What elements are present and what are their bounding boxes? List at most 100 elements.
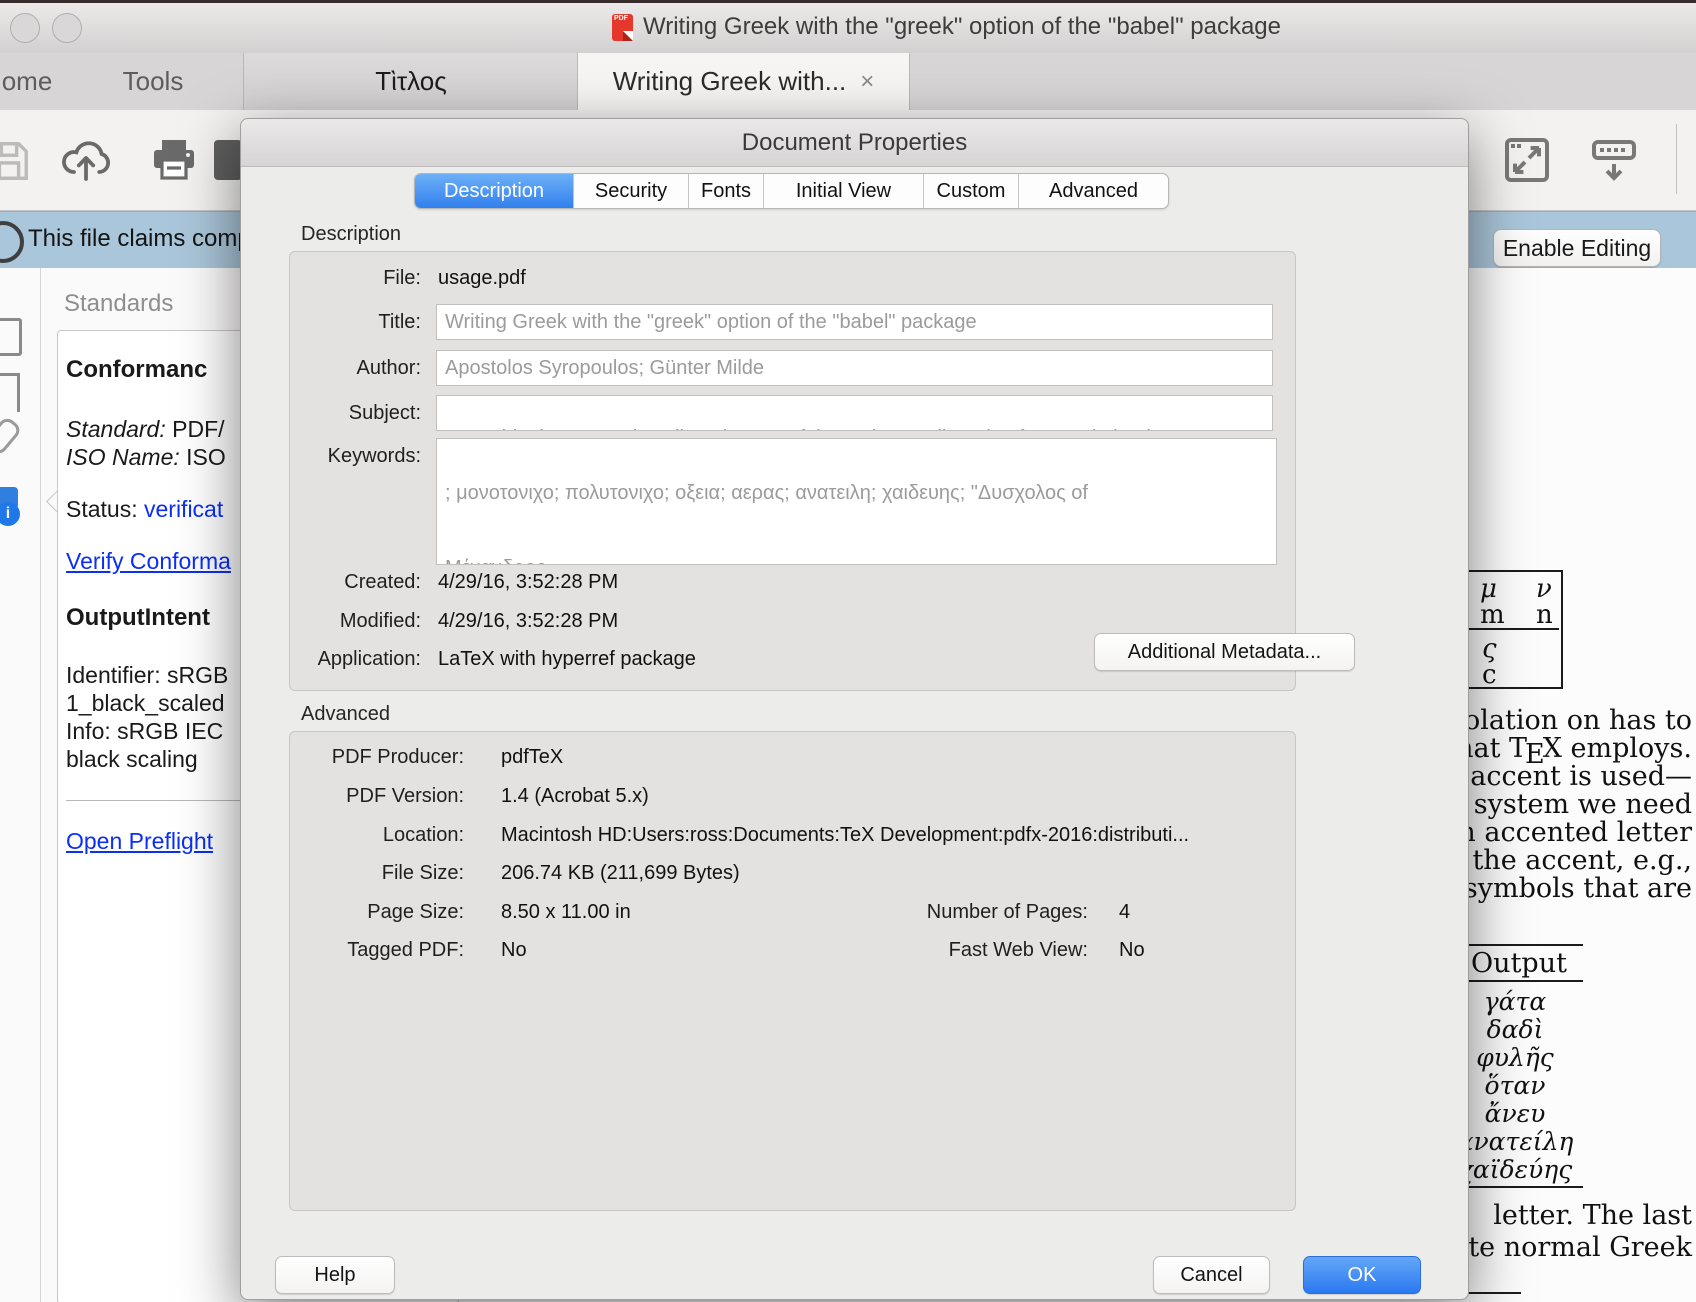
identifier-line1: Identifier: sRGB: [66, 662, 228, 689]
standard-label: Standard:: [66, 416, 166, 442]
save-icon[interactable]: [0, 138, 32, 189]
number-of-pages-label: Number of Pages:: [791, 901, 1088, 924]
pdf-producer-value: pdfTeX: [501, 746, 563, 769]
document-properties-dialog: Document Properties Description Security…: [240, 118, 1469, 1300]
info-badge-icon: i: [0, 502, 20, 526]
notice-message: This file claims compli: [28, 225, 261, 253]
status-label: Status:: [66, 496, 138, 522]
created-value: 4/29/16, 3:52:28 PM: [438, 571, 618, 594]
ok-button[interactable]: OK: [1303, 1256, 1421, 1294]
print-icon[interactable]: [146, 134, 202, 195]
pdf-version-label: PDF Version:: [281, 785, 464, 808]
page-thumbnails-icon[interactable]: [0, 318, 22, 356]
verify-conformance-link[interactable]: Verify Conforma: [66, 548, 231, 575]
pdf-producer-label: PDF Producer:: [281, 746, 464, 769]
output-row: γάτα: [1455, 987, 1575, 1016]
table-cell: n: [1536, 600, 1553, 630]
tab-document-writing-greek[interactable]: Writing Greek with... ×: [577, 53, 910, 110]
pdf-file-icon: [612, 14, 633, 41]
panel-divider: [66, 800, 240, 801]
description-section-label: Description: [301, 223, 401, 246]
upload-cloud-icon[interactable]: [58, 132, 114, 193]
number-of-pages-value: 4: [1119, 901, 1130, 924]
file-value: usage.pdf: [438, 267, 526, 290]
tab-close-icon[interactable]: ×: [860, 68, 874, 96]
file-size-label: File Size:: [281, 862, 464, 885]
fast-web-view-value: No: [1119, 939, 1145, 962]
subject-field[interactable]: This document describes the use of the L…: [436, 395, 1273, 431]
output-table-header: Output: [1455, 948, 1583, 979]
location-label: Location:: [281, 824, 464, 847]
help-button[interactable]: Help: [275, 1256, 395, 1294]
sidebar-icon-rail: i: [0, 268, 41, 1302]
standard-value: PDF/: [172, 416, 224, 442]
page-size-value: 8.50 x 11.00 in: [501, 901, 631, 924]
output-row: ὅταν: [1455, 1071, 1575, 1100]
pdf-version-value: 1.4 (Acrobat 5.x): [501, 785, 649, 808]
keywords-label: Keywords:: [281, 445, 421, 468]
page-size-label: Page Size:: [281, 901, 464, 924]
title-field[interactable]: Writing Greek with the "greek" option of…: [436, 304, 1273, 340]
location-value: Macintosh HD:Users:ross:Documents:TeX De…: [501, 824, 1189, 847]
window-close-button[interactable]: [10, 13, 40, 43]
outputintent-heading: OutputIntent: [66, 604, 210, 632]
author-label: Author:: [281, 357, 421, 380]
tab-document-titlos[interactable]: Τὶτλος: [243, 53, 578, 110]
attachments-icon[interactable]: [0, 415, 23, 457]
fast-web-view-label: Fast Web View:: [791, 939, 1088, 962]
file-size-value: 206.74 KB (211,699 Bytes): [501, 862, 740, 885]
identifier-line3: Info: sRGB IEC: [66, 718, 223, 745]
open-preflight-link[interactable]: Open Preflight: [66, 828, 213, 855]
toolbar-divider: [1676, 124, 1677, 194]
advanced-section-label: Advanced: [301, 703, 390, 726]
output-row: φυλῆς: [1455, 1043, 1575, 1072]
bookmarks-icon[interactable]: [0, 373, 20, 412]
tab-bar: ome Tools Τὶτλος Writing Greek with... ×: [0, 53, 1696, 110]
tab-fonts[interactable]: Fonts: [689, 174, 764, 208]
application-value: LaTeX with hyperref package: [438, 648, 696, 671]
table-cell: m: [1480, 600, 1505, 630]
title-label: Title:: [281, 311, 421, 334]
tab-initial-view[interactable]: Initial View: [764, 174, 924, 208]
author-field[interactable]: Apostolos Syropoulos; Günter Milde: [436, 350, 1273, 386]
keywords-field[interactable]: ; μονοτονιχο; πολυτονιχο; οξεια; αερας; …: [436, 438, 1277, 565]
modified-label: Modified:: [281, 610, 421, 633]
file-label: File:: [281, 267, 421, 290]
window-minimize-button[interactable]: [52, 13, 82, 43]
title-bar: Writing Greek with the "greek" option of…: [0, 0, 1696, 53]
identifier-line4: black scaling: [66, 746, 198, 773]
tab-security[interactable]: Security: [574, 174, 689, 208]
modified-value: 4/29/16, 3:52:28 PM: [438, 610, 618, 633]
tab-custom[interactable]: Custom: [924, 174, 1019, 208]
table-cell: c: [1482, 660, 1497, 690]
output-row: ἀνατείλη: [1455, 1127, 1575, 1156]
output-row: ἄνευ: [1455, 1099, 1575, 1128]
conformance-heading: Conformanc: [66, 356, 207, 384]
standards-panel-title: Standards: [64, 290, 173, 318]
identifier-line2: 1_black_scaled: [66, 690, 225, 717]
enable-editing-button[interactable]: Enable Editing: [1493, 229, 1661, 267]
tab-tools[interactable]: Tools: [108, 53, 198, 110]
cancel-button[interactable]: Cancel: [1153, 1256, 1270, 1294]
tagged-pdf-value: No: [501, 939, 527, 962]
status-value: verificat: [144, 496, 223, 522]
additional-metadata-button[interactable]: Additional Metadata...: [1094, 633, 1355, 671]
tab-home[interactable]: ome: [0, 53, 72, 110]
iso-name-value: ISO: [186, 444, 226, 470]
email-icon[interactable]: [214, 140, 242, 180]
output-row: χαϊδεύης: [1455, 1155, 1575, 1184]
tab-description[interactable]: Description: [415, 174, 574, 208]
hide-toolbar-icon[interactable]: [1588, 134, 1640, 191]
app-window: Writing Greek with the "greek" option of…: [0, 0, 1696, 1302]
fullscreen-icon[interactable]: [1503, 136, 1551, 189]
created-label: Created:: [281, 571, 421, 594]
tagged-pdf-label: Tagged PDF:: [281, 939, 464, 962]
window-title: Writing Greek with the "greek" option of…: [643, 13, 1281, 41]
tab-advanced[interactable]: Advanced: [1019, 174, 1168, 208]
info-circle-icon: [0, 221, 24, 263]
standards-pane: i Standards Conformanc Standard: PDF/ IS…: [0, 268, 240, 1302]
dialog-title: Document Properties: [241, 119, 1468, 167]
subject-label: Subject:: [281, 402, 421, 425]
dialog-tab-strip: Description Security Fonts Initial View …: [414, 173, 1169, 209]
output-row: δαδὶ: [1455, 1015, 1575, 1044]
